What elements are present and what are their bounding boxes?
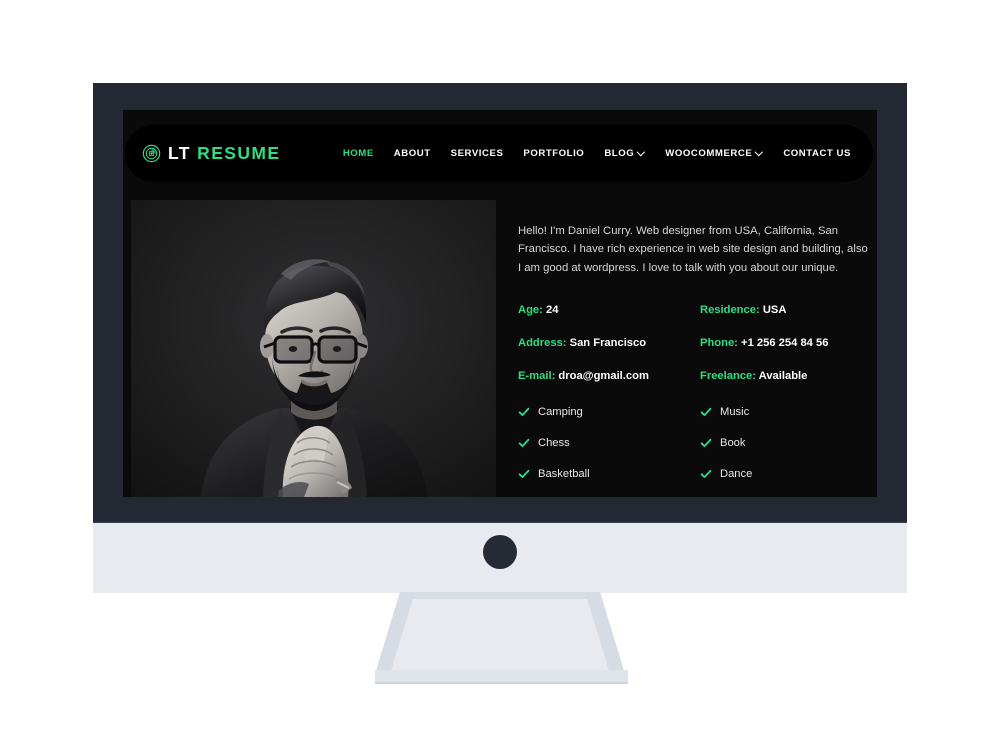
profile-photo [131, 200, 496, 497]
info-value: San Francisco [569, 336, 647, 349]
hobby-item-dance: Dance [700, 468, 869, 480]
check-icon [700, 437, 712, 449]
hobby-label: Music [720, 405, 750, 418]
info-label: Freelance: [700, 369, 756, 382]
browser-screen: LT RESUME HOME ABOUT SERVICES PORTFOLIO BLOG… [123, 110, 877, 497]
nav-menu: HOME ABOUT SERVICES PORTFOLIO BLOG WOOCOMMERC… [343, 148, 851, 159]
info-value: Available [758, 369, 808, 382]
hobby-item-chess: Chess [518, 437, 700, 449]
hobby-label: Book [720, 436, 746, 449]
monitor-stand-neck-top [400, 592, 600, 599]
site-navbar: LT RESUME HOME ABOUT SERVICES PORTFOLIO BLOG… [125, 125, 873, 182]
about-column: Hello! I'm Daniel Curry. Web designer fr… [518, 200, 869, 497]
circular-badge-icon [142, 144, 161, 163]
monitor-power-button[interactable] [483, 535, 517, 569]
info-label: E-mail: [518, 369, 556, 382]
check-icon [700, 468, 712, 480]
nav-item-label: SERVICES [450, 148, 504, 159]
info-label: Address: [518, 336, 567, 349]
hobby-item-basketball: Basketball [518, 468, 700, 480]
chevron-down-icon [756, 149, 763, 156]
nav-item-label: HOME [342, 148, 374, 159]
nav-item-about[interactable]: ABOUT [394, 148, 431, 159]
info-value: USA [762, 303, 787, 316]
info-label: Residence: [700, 303, 760, 316]
nav-item-home[interactable]: HOME [343, 148, 374, 159]
monitor-stand-base [375, 670, 628, 684]
hobby-label: Dance [720, 467, 753, 480]
info-item-age: Age: 24 [518, 304, 700, 316]
nav-item-contact-us[interactable]: CONTACT US [783, 148, 851, 159]
check-icon [518, 437, 530, 449]
hobby-item-book: Book [700, 437, 869, 449]
hobby-item-music: Music [700, 406, 869, 418]
info-value: 24 [545, 303, 559, 316]
info-value: droa@gmail.com [558, 369, 649, 382]
hobby-label: Chess [538, 436, 570, 449]
hobby-item-camping: Camping [518, 406, 700, 418]
brand-text: LT RESUME [168, 143, 280, 164]
nav-item-portfolio[interactable]: PORTFOLIO [523, 148, 584, 159]
check-icon [518, 406, 530, 418]
check-icon [518, 468, 530, 480]
info-item-e-mail: E-mail: droa@gmail.com [518, 370, 700, 382]
nav-item-blog[interactable]: BLOG [604, 148, 645, 159]
check-icon [700, 406, 712, 418]
info-item-freelance: Freelance: Available [700, 370, 869, 382]
personal-info-grid: Age: 24 Residence: USA Address: San Franci… [518, 304, 869, 382]
hobby-label: Camping [538, 405, 583, 418]
nav-item-services[interactable]: SERVICES [451, 148, 504, 159]
nav-item-woocommerce[interactable]: WOOCOMMERCE [665, 148, 763, 159]
nav-item-label: PORTFOLIO [523, 148, 585, 159]
brand-text-primary: LT [168, 143, 191, 163]
info-item-address: Address: San Francisco [518, 337, 700, 349]
monitor-stand-neck [375, 592, 625, 674]
info-item-residence: Residence: USA [700, 304, 869, 316]
about-intro-text: Hello! I'm Daniel Curry. Web designer fr… [518, 225, 868, 274]
nav-item-label: CONTACT US [783, 148, 851, 159]
brand-text-secondary: RESUME [197, 143, 281, 163]
info-label: Phone: [700, 336, 738, 349]
nav-item-label: WOOCOMMERCE [665, 148, 753, 159]
hobby-list: Camping Music Chess Book Basketball Dance [518, 406, 869, 480]
brand-logo[interactable]: LT RESUME [142, 143, 280, 164]
info-label: Age: [518, 303, 543, 316]
chevron-down-icon [638, 149, 645, 156]
info-item-phone: Phone: +1 256 254 84 56 [700, 337, 869, 349]
hero-section: Hello! I'm Daniel Curry. Web designer fr… [131, 200, 869, 497]
info-value: +1 256 254 84 56 [741, 336, 829, 349]
nav-item-label: ABOUT [393, 148, 431, 159]
nav-item-label: BLOG [604, 148, 635, 159]
hobby-label: Basketball [538, 467, 590, 480]
